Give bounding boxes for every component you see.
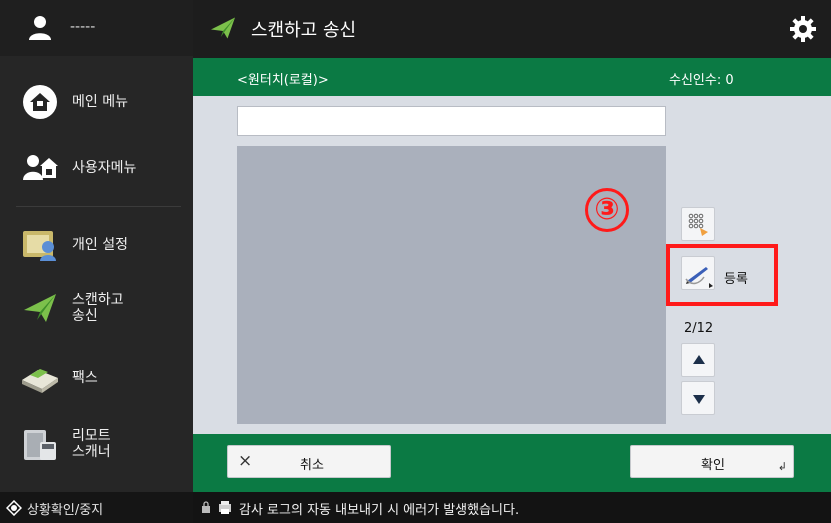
scroll-up-button[interactable]	[681, 343, 715, 377]
home-icon	[23, 85, 57, 119]
sidebar-divider	[16, 206, 181, 207]
sidebar-item-label: 스캔하고 송신	[72, 292, 124, 324]
search-input[interactable]	[237, 106, 666, 136]
enter-icon: ↲	[777, 460, 787, 473]
scan-send-icon	[24, 294, 56, 322]
panel-header: <원터치(로컬)> 수신인수: 0	[193, 58, 831, 96]
main-area: 스캔하고 송신 <원터치(로컬)> 수신인수: 0 ③ 등록 2/12 × 취소…	[193, 0, 831, 523]
action-bar: × 취소 확인 ↲	[193, 434, 831, 492]
sidebar-item-scan-send[interactable]: 스캔하고 송신	[0, 276, 193, 340]
scroll-down-button[interactable]	[681, 381, 715, 415]
sidebar-item-fax[interactable]: 팩스	[0, 346, 193, 410]
status-bar: 감사 로그의 자동 내보내기 시 에러가 발생했습니다.	[193, 492, 831, 523]
up-arrow-icon	[693, 355, 705, 364]
sidebar-item-label: 메인 메뉴	[72, 94, 128, 110]
sidebar-item-label: 개인 설정	[72, 237, 128, 253]
sidebar-item-user-menu[interactable]: 사용자메뉴	[0, 136, 193, 200]
sidebar-item-label: 사용자메뉴	[72, 160, 137, 176]
sidebar-item-main-menu[interactable]: 메인 메뉴	[0, 70, 193, 134]
sidebar-item-remote-scanner[interactable]: 리모트 스캐너	[0, 412, 193, 476]
sidebar-item-personal-settings[interactable]: 개인 설정	[0, 213, 193, 277]
step-marker: ③	[585, 188, 629, 232]
title-bar: 스캔하고 송신	[193, 0, 831, 58]
user-area[interactable]: -----	[0, 0, 193, 56]
status-message: 감사 로그의 자동 내보내기 시 에러가 발생했습니다.	[239, 503, 520, 518]
sidebar-item-label: 팩스	[72, 370, 98, 386]
scan-send-icon	[211, 17, 235, 39]
lock-icon	[202, 501, 210, 513]
user-menu-icon	[23, 155, 58, 180]
cancel-label: 취소	[300, 458, 324, 473]
app-window: ----- 메인 메뉴 사용자메뉴 개인 설정 스캔하고 송신 팩스 리모트 스…	[0, 0, 831, 523]
printer-warning-icon	[219, 501, 231, 514]
gear-icon[interactable]	[788, 14, 818, 44]
register-button[interactable]	[681, 256, 715, 290]
personal-settings-icon	[23, 231, 56, 261]
pencil-icon	[685, 267, 713, 288]
sidebar-item-label: 리모트 스캐너	[72, 428, 111, 460]
ten-key-button[interactable]	[681, 207, 715, 241]
cancel-button[interactable]: × 취소	[227, 445, 391, 478]
down-arrow-icon	[693, 395, 705, 404]
status-check-icon	[6, 500, 22, 516]
keypad-icon	[688, 213, 708, 236]
page-indicator: 2/12	[684, 321, 714, 336]
status-check-label: 상황확인/중지	[27, 503, 104, 518]
ok-label: 확인	[701, 458, 725, 473]
address-panel: <원터치(로컬)> 수신인수: 0 ③ 등록 2/12 × 취소 확인 ↲	[193, 58, 831, 492]
remote-scanner-icon	[24, 430, 56, 460]
user-icon	[29, 16, 51, 40]
ok-button[interactable]: 확인 ↲	[630, 445, 794, 478]
register-label[interactable]: 등록	[724, 268, 748, 287]
recipient-count: 수신인수: 0	[669, 73, 734, 88]
sidebar: ----- 메인 메뉴 사용자메뉴 개인 설정 스캔하고 송신 팩스 리모트 스…	[0, 0, 193, 523]
status-check-button[interactable]: 상황확인/중지	[0, 492, 193, 523]
page-title: 스캔하고 송신	[251, 20, 357, 41]
close-icon: ×	[238, 451, 253, 471]
address-book-location[interactable]: <원터치(로컬)>	[237, 69, 329, 88]
fax-icon	[22, 369, 58, 393]
user-name: -----	[70, 19, 96, 35]
